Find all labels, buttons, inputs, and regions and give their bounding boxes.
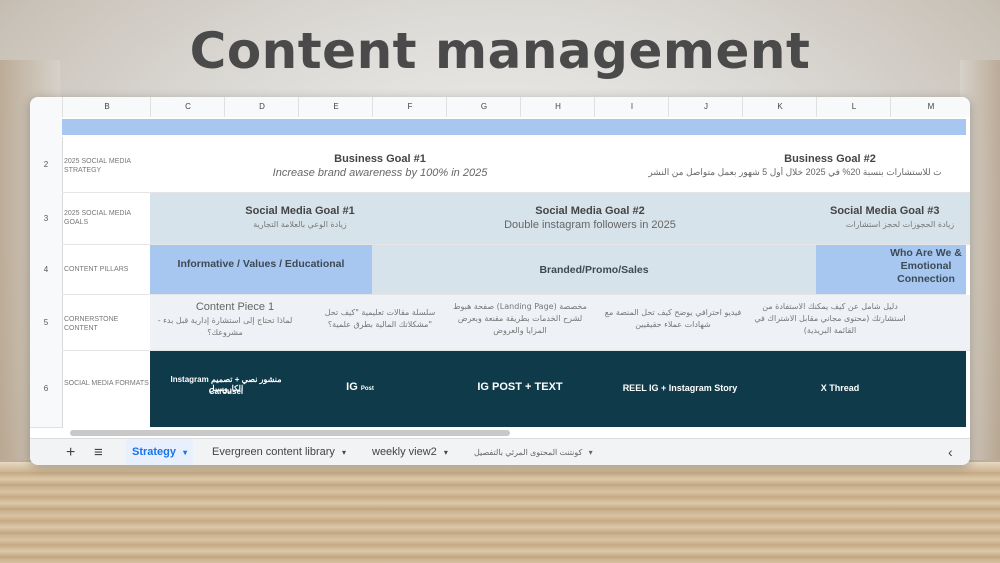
column-header-d[interactable]: D [224, 97, 299, 117]
content-pillar-3-label: Who Are We & Emotional Connection [890, 247, 962, 285]
cornerstone-content-1-text[interactable]: - لماذا تحتاج إلى استشارة إدارية قبل بدء… [150, 315, 300, 339]
scroll-tabs-left-icon[interactable]: ‹ [948, 439, 953, 465]
cornerstone-content-5[interactable]: دليل شامل عن كيف يمكنك الاستفادة من استش… [750, 301, 910, 337]
content-pillar-3[interactable]: Who Are We & Emotional Connection [816, 245, 966, 295]
tab-evergreen-label: Evergreen content library [212, 446, 335, 458]
column-header-i[interactable]: I [594, 97, 669, 117]
page-title: Content management [189, 22, 811, 80]
column-header-k[interactable]: K [742, 97, 817, 117]
social-media-goal-3-subtitle[interactable]: زيادة الحجوزات لحجز استشارات [830, 219, 970, 231]
row-6-formats: Instagram منشور نصي + تصميم الكاروسيل Ca… [150, 351, 966, 427]
tab-arabic-content[interactable]: كونتنت المحتوى المرئي بالتفصيل ▾ [474, 439, 593, 465]
column-header-c[interactable]: C [150, 97, 225, 117]
row-4-label[interactable]: CONTENT PILLARS [62, 245, 150, 295]
tab-weekly-dropdown-icon[interactable]: ▾ [444, 448, 448, 457]
row-header-4[interactable]: 4 [30, 245, 63, 296]
social-media-goal-3-title[interactable]: Social Media Goal #3 [830, 205, 970, 217]
row-5-label[interactable]: CORNERSTONE CONTENT [62, 295, 150, 351]
row-header-2[interactable]: 2 [30, 137, 63, 194]
format-2[interactable]: IG Post [320, 381, 400, 393]
cornerstone-content-1-title[interactable]: Content Piece 1 [160, 301, 310, 313]
format-2-sub: Post [360, 386, 374, 392]
social-media-goal-2-subtitle[interactable]: Double instagram followers in 2025 [450, 219, 730, 231]
row-header-5[interactable]: 5 [30, 295, 63, 352]
horizontal-scrollbar[interactable] [70, 430, 510, 436]
social-media-goal-2-title[interactable]: Social Media Goal #2 [470, 205, 710, 217]
tab-arabic-dropdown-icon[interactable]: ▾ [589, 448, 593, 457]
sheet-tab-bar: + ≡ Strategy ▾ Evergreen content library… [30, 438, 970, 465]
format-3[interactable]: IG POST + TEXT [450, 381, 590, 393]
column-header-row: B C D E F G H I J K L M [30, 97, 970, 118]
social-media-goal-1-title[interactable]: Social Media Goal #1 [180, 205, 420, 217]
column-header-g[interactable]: G [446, 97, 521, 117]
cornerstone-content-4[interactable]: فيديو احترافي يوضح كيف تحل المنصة مع شها… [598, 307, 748, 331]
row-2-content: Business Goal #1 Increase brand awarenes… [150, 137, 970, 193]
row-1[interactable] [62, 117, 970, 137]
add-sheet-icon[interactable]: + [66, 439, 75, 465]
row-1-blue-band [62, 119, 966, 135]
row-3-label[interactable]: 2025 SOCIAL MEDIA GOALS [62, 193, 150, 245]
tab-weekly-view2[interactable]: weekly view2 ▾ [372, 439, 448, 465]
tab-arabic-label: كونتنت المحتوى المرئي بالتفصيل [474, 448, 583, 457]
column-header-f[interactable]: F [372, 97, 447, 117]
business-goal-1-subtitle[interactable]: Increase brand awareness by 100% in 2025 [240, 167, 520, 179]
column-header-h[interactable]: H [520, 97, 595, 117]
business-goal-2-subtitle[interactable]: ت للاستشارات بنسبة 20% في 2025 خلال أول … [620, 167, 970, 178]
tab-evergreen-dropdown-icon[interactable]: ▾ [342, 448, 346, 457]
column-header-j[interactable]: J [668, 97, 743, 117]
content-pillar-2[interactable]: Branded/Promo/Sales [372, 245, 816, 295]
format-5[interactable]: X Thread [770, 383, 910, 393]
row-header-6[interactable]: 6 [30, 351, 63, 428]
tab-weekly-label: weekly view2 [372, 446, 437, 458]
all-sheets-menu-icon[interactable]: ≡ [94, 439, 103, 465]
tab-strategy-dropdown-icon[interactable]: ▾ [183, 448, 187, 457]
format-4[interactable]: REEL IG + Instagram Story [600, 383, 760, 393]
tab-strategy[interactable]: Strategy ▾ [126, 439, 194, 465]
cornerstone-content-2[interactable]: سلسلة مقالات تعليمية "كيف تحل مشكلاتك ال… [310, 307, 450, 331]
column-header-b[interactable]: B [62, 97, 151, 117]
row-6-label[interactable]: SOCIAL MEDIA FORMATS [62, 351, 150, 427]
column-header-e[interactable]: E [298, 97, 373, 117]
social-media-goal-1-subtitle[interactable]: زيادة الوعي بالعلامة التجارية [180, 219, 420, 231]
content-pillar-2-label: Branded/Promo/Sales [539, 264, 649, 276]
cornerstone-content-3[interactable]: صفحة هبوط (Landing Page) مخصصة لشرح الخد… [450, 301, 590, 337]
row-5-content: Content Piece 1 - لماذا تحتاج إلى استشار… [150, 295, 970, 351]
spreadsheet-window: B C D E F G H I J K L M 2 2025 SOCIAL ME… [30, 97, 970, 465]
tab-strategy-label: Strategy [132, 446, 177, 458]
row-3-content: Social Media Goal #1 زيادة الوعي بالعلام… [150, 193, 970, 245]
row-header-3[interactable]: 3 [30, 193, 63, 246]
business-goal-1-title[interactable]: Business Goal #1 [260, 153, 500, 165]
tab-evergreen-content-library[interactable]: Evergreen content library ▾ [212, 439, 346, 465]
row-header-1[interactable] [30, 117, 63, 138]
format-2-label: IG [346, 381, 358, 393]
column-header-l[interactable]: L [816, 97, 891, 117]
content-pillar-1-label: Informative / Values / Educational [177, 258, 345, 270]
content-pillar-1[interactable]: Informative / Values / Educational [150, 245, 372, 295]
wood-table [0, 462, 1000, 563]
column-header-m[interactable]: M [890, 97, 970, 117]
row-2-label[interactable]: 2025 SOCIAL MEDIA STRATEGY [62, 137, 150, 193]
format-1-subtitle[interactable]: Carousel [156, 387, 296, 396]
business-goal-2-title[interactable]: Business Goal #2 [710, 153, 950, 165]
